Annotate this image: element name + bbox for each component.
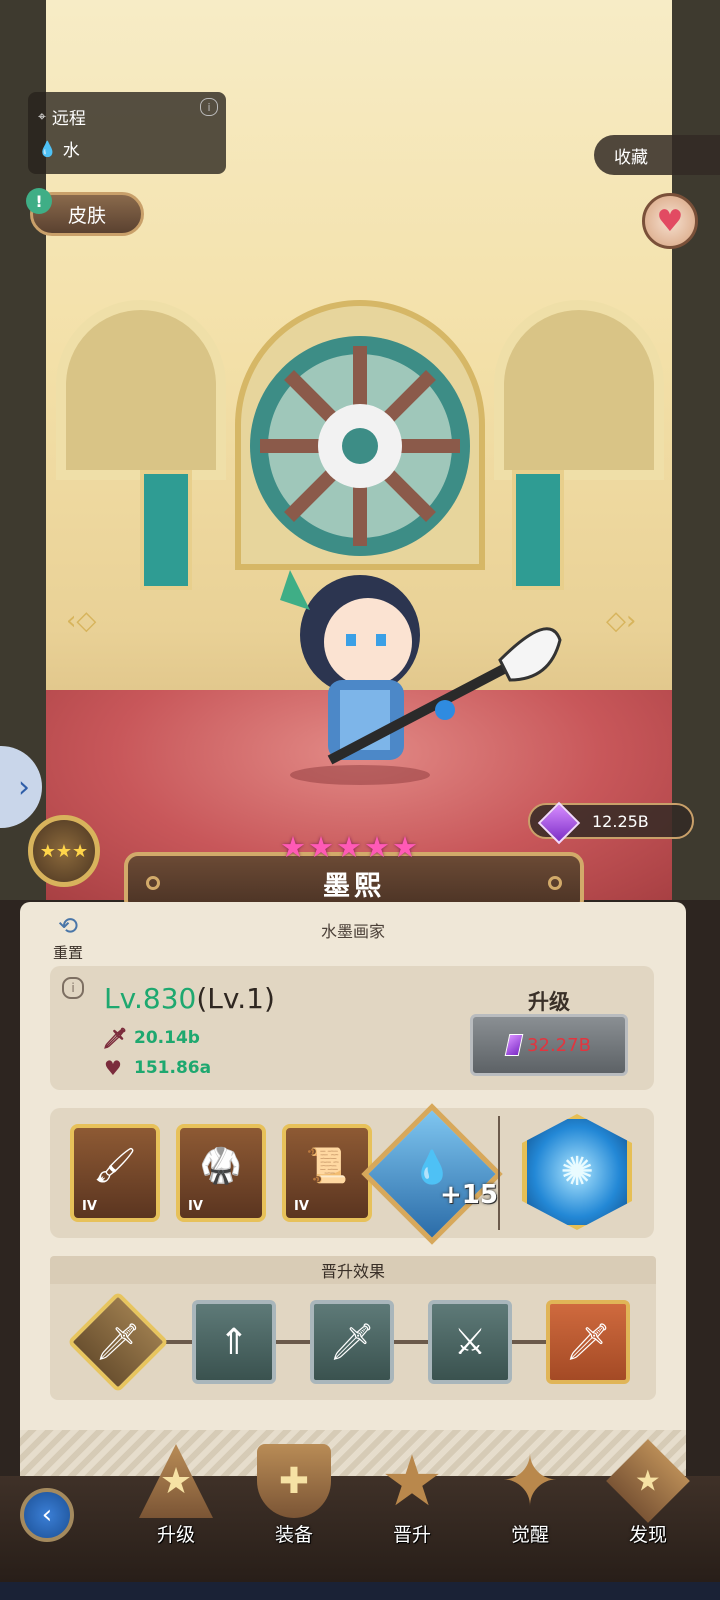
shield-icon: ✚: [257, 1444, 331, 1518]
chevron-right-icon: ›: [18, 769, 30, 805]
level-main: Lv.830: [104, 982, 197, 1015]
crossed-swords-icon: ⚔: [453, 1321, 487, 1363]
back-button[interactable]: ‹: [20, 1488, 74, 1542]
splash-skill-icon: ✺: [560, 1149, 594, 1195]
star-icon: ★: [336, 830, 362, 864]
equip-scroll-card[interactable]: 📜 IV: [282, 1124, 372, 1222]
sword-icon: 🗡: [102, 1026, 128, 1050]
stars-medal-icon: ★★★: [39, 840, 89, 862]
equip-weapon-card[interactable]: 🖌 IV: [70, 1124, 160, 1222]
reset-icon: ⟲: [57, 912, 79, 940]
back-arrow-icon: ‹: [41, 1500, 53, 1530]
promo-node-3[interactable]: 🗡: [310, 1300, 394, 1384]
nav-promotion[interactable]: ★ 晋升: [362, 1440, 462, 1554]
crystal-icon: [504, 1034, 524, 1056]
nav-equipment[interactable]: ✚ 装备: [244, 1444, 344, 1554]
equip-armor-card[interactable]: 🥋 IV: [176, 1124, 266, 1222]
panel-footer-stripe: [20, 1430, 686, 1476]
element-label: 水: [62, 141, 80, 161]
favorite-heart-button[interactable]: ♥: [642, 193, 698, 249]
jewel-level: +15: [440, 1180, 498, 1210]
hp-value: 151.86a: [134, 1058, 212, 1078]
upgrade-title: 升级: [528, 990, 570, 1014]
hero-attribute-box: ⌖ 远程 💧 水 i: [28, 92, 226, 174]
nav-discover[interactable]: ★ 发现: [598, 1439, 698, 1554]
sword-icon: 🗡: [565, 1322, 611, 1363]
currency-value: 12.25B: [592, 811, 649, 831]
upgrade-arrow-icon: ⇑: [218, 1321, 250, 1363]
nav-label: 发现: [628, 1524, 667, 1546]
ranged-icon: ⌖: [38, 108, 46, 125]
favorite-tab[interactable]: 收藏: [594, 135, 720, 175]
crystal-icon: [537, 801, 581, 845]
hero-class-title: 水墨画家: [320, 922, 385, 941]
upgrade-triangle-icon: ★: [139, 1444, 213, 1518]
level-sub: (Lv.1): [196, 982, 275, 1015]
heart-icon: ♥: [656, 203, 684, 239]
star-icon: ★: [280, 830, 306, 864]
system-bar: [0, 1582, 720, 1600]
brush-icon: 🖌: [93, 1146, 137, 1186]
gear-icon: [146, 876, 160, 890]
star-rating: ★ ★ ★ ★ ★: [280, 832, 418, 862]
armor-icon: 🥋: [199, 1146, 243, 1186]
nav-label: 晋升: [392, 1524, 431, 1546]
type-row: ⌖ 远程: [38, 104, 86, 130]
info-icon[interactable]: i: [200, 98, 218, 116]
attack-value: 20.14b: [134, 1028, 200, 1048]
alert-icon: !: [26, 188, 52, 214]
equip-tier: IV: [294, 1199, 309, 1214]
star-icon: ★: [308, 830, 334, 864]
star-icon: ★: [392, 830, 418, 864]
nav-label: 觉醒: [510, 1524, 549, 1546]
promo-node-5[interactable]: 🗡: [546, 1300, 630, 1384]
upgrade-button[interactable]: 32.27B: [470, 1014, 628, 1076]
star-emblem-icon: ★: [380, 1440, 444, 1522]
water-drop-icon: 💧: [38, 139, 57, 158]
scroll-icon: 📜: [305, 1146, 349, 1186]
level-info-icon[interactable]: i: [62, 977, 84, 999]
left-arch: [56, 300, 226, 480]
level-text: Lv.830(Lv.1): [104, 982, 275, 1015]
hero-name: 墨熙: [323, 870, 385, 902]
element-row: 💧 水: [38, 136, 80, 162]
upgrade-cost: 32.27B: [527, 1034, 591, 1056]
promo-node-2[interactable]: ⇑: [192, 1300, 276, 1384]
reset-button[interactable]: ⟲ 重置: [46, 912, 90, 963]
nav-label: 升级: [156, 1524, 195, 1546]
promo-node-4[interactable]: ⚔: [428, 1300, 512, 1384]
equipment-divider: [498, 1116, 500, 1230]
crystal-currency: 12.25B: [528, 801, 694, 845]
nav-awaken[interactable]: ✦ 觉醒: [480, 1440, 580, 1554]
attack-stat: 🗡 20.14b: [102, 1026, 200, 1050]
right-arch: [494, 300, 664, 480]
prev-hero-arrow-icon[interactable]: ‹◇: [66, 606, 96, 636]
left-banner: [140, 470, 192, 590]
sword-icon: 🗡: [329, 1322, 375, 1363]
hero-sprite[interactable]: [250, 530, 570, 790]
promotion-header: 晋升效果: [50, 1256, 656, 1284]
sword-icon: 🗡: [95, 1321, 141, 1363]
nav-label: 装备: [274, 1524, 313, 1546]
burst-emblem-icon: ✦: [500, 1440, 560, 1522]
stained-glass-pattern: [250, 336, 470, 556]
star-icon: ★: [364, 830, 390, 864]
type-label: 远程: [51, 109, 86, 129]
gear-icon: [548, 876, 562, 890]
reset-label: 重置: [52, 944, 83, 962]
rank-medal[interactable]: ★★★: [28, 815, 100, 887]
equip-tier: IV: [188, 1199, 203, 1214]
next-hero-arrow-icon[interactable]: ◇›: [606, 606, 636, 636]
nav-upgrade[interactable]: ★ 升级: [126, 1444, 226, 1554]
diamond-star-icon: ★: [606, 1439, 690, 1523]
hp-stat: ♥ 151.86a: [102, 1056, 211, 1080]
equip-tier: IV: [82, 1199, 97, 1214]
heart-stat-icon: ♥: [104, 1056, 122, 1080]
